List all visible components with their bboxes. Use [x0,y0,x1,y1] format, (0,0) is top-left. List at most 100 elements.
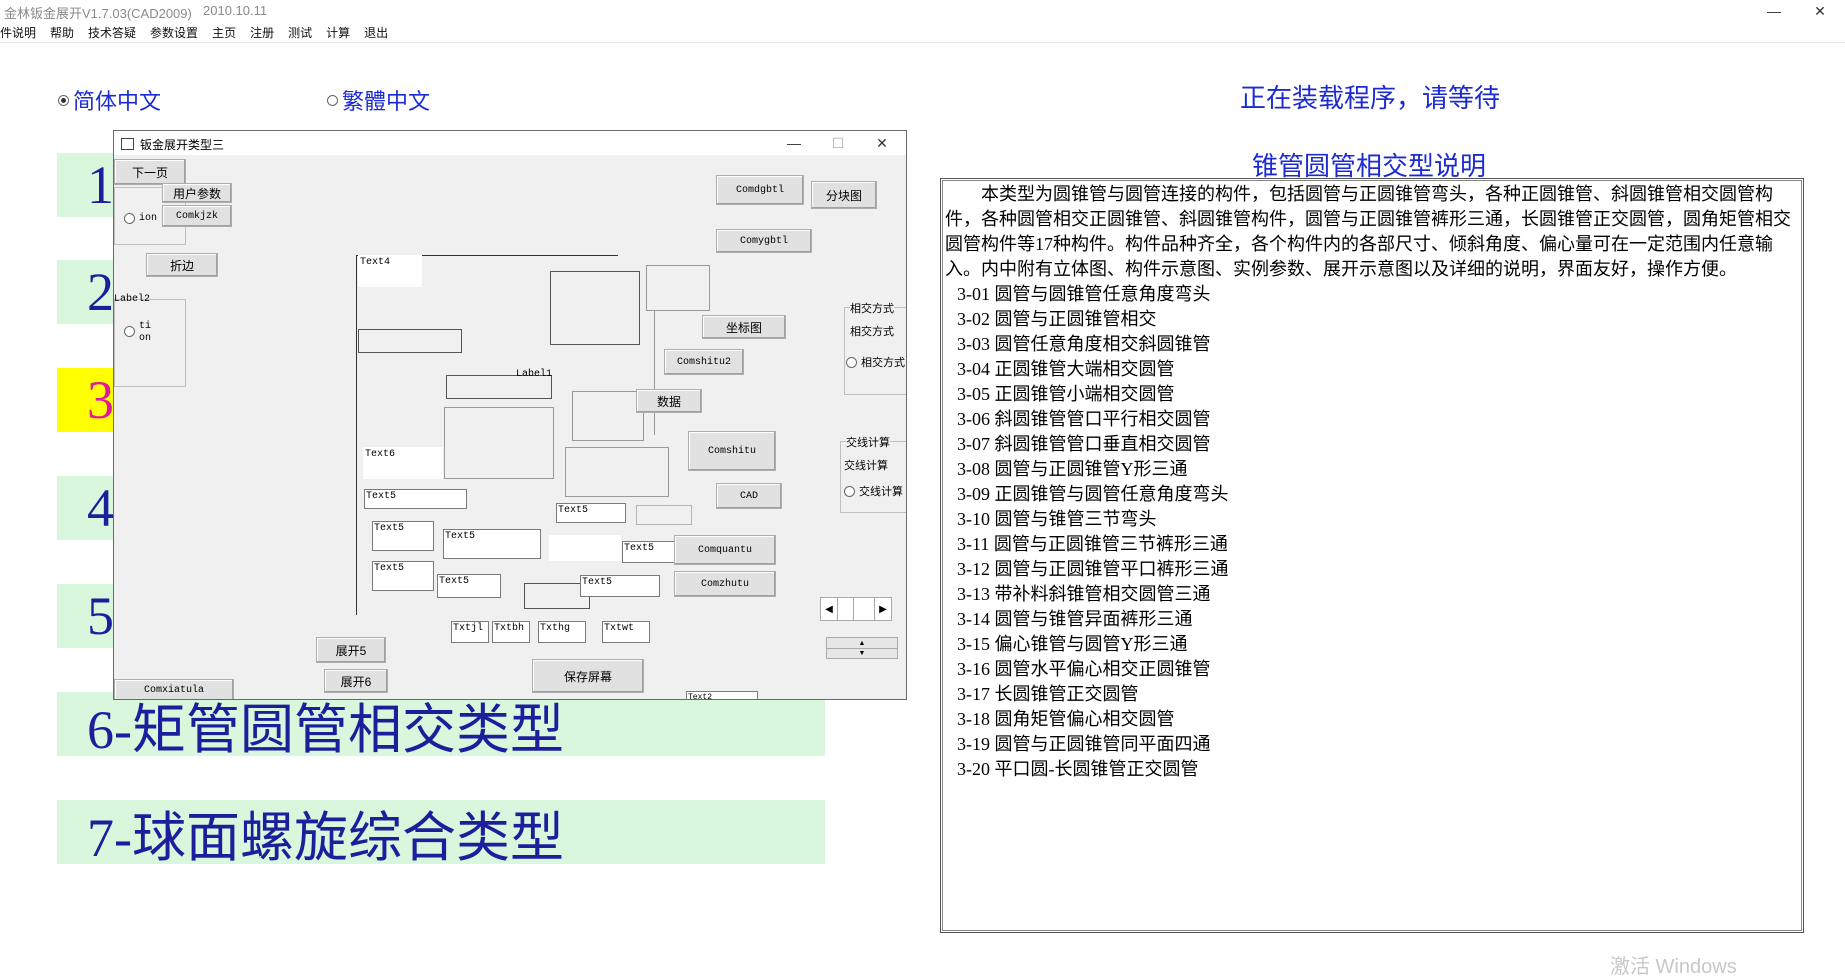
comxiatula-button[interactable]: Comxiatula [114,679,234,699]
save-screen-button[interactable]: 保存屏幕 [532,659,644,693]
txtbh-field[interactable]: Txtbh [492,621,530,643]
text5-field[interactable]: Text5 [372,521,434,551]
intersect-mode-label: 相交方式 [850,323,894,339]
radio-unselected-icon [124,326,135,337]
text5-field[interactable]: Text5 [437,574,501,598]
radio-option-2[interactable]: ti on [124,321,151,345]
text5-field[interactable]: Text5 [556,503,626,523]
comshitu2-button[interactable]: Comshitu2 [664,349,744,375]
loading-message: 正在装载程序，请等待 [1240,84,1501,113]
cad-button[interactable]: CAD [716,483,782,509]
dialog-window: 钣金展开类型三 — ☐ ✕ Label2 ion ti on 下一页 用户参数 … [113,130,907,700]
list-item: 3-18 圆角矩管偏心相交圆管 [957,709,1175,729]
app-date: 2010.10.11 [203,3,268,18]
maximize-icon[interactable]: ☐ [816,131,860,155]
list-item: 3-02 圆管与正圆锥管相交 [957,309,1157,329]
category-label: 4 [87,478,114,538]
list-item: 3-10 圆管与锥管三节弯头 [957,509,1157,529]
category-label: 3 [87,370,114,430]
scroll-right-icon[interactable]: ▶ [875,598,891,620]
text5-field[interactable]: Text5 [443,529,541,559]
text5-field[interactable]: Text5 [372,561,434,591]
close-icon[interactable]: ✕ [860,131,904,155]
minimize-icon[interactable]: — [772,131,816,155]
blank-field[interactable] [636,505,692,525]
category-label: 5 [87,586,114,646]
user-params-button[interactable]: 用户参数 [162,183,232,203]
text4-field[interactable]: Text4 [358,255,422,287]
scroll-left-icon[interactable]: ◀ [821,598,838,620]
category-label: 1 [87,155,114,215]
window-icon [121,138,134,150]
intersect-mode-radio[interactable]: 相交方式 [846,354,905,370]
list-item: 3-08 圆管与正圆锥管Y形三通 [957,459,1188,479]
next-page-button[interactable]: 下一页 [114,159,186,185]
drawing-rect [550,271,640,345]
drawing-rect [646,265,710,311]
split-view-button[interactable]: 分块图 [811,181,877,209]
list-item: 3-15 偏心锥管与圆管Y形三通 [957,634,1188,654]
list-item: 3-01 圆管与圆锥管任意角度弯头 [957,284,1211,304]
menu-item-exit[interactable]: 退出 [357,22,395,42]
txtwt-field[interactable]: Txtwt [602,621,650,643]
menu-item-settings[interactable]: 参数设置 [143,22,205,42]
list-item: 3-12 圆管与正圆锥管平口裤形三通 [957,559,1229,579]
blank-field[interactable] [549,535,621,561]
unfold-5-button[interactable]: 展开5 [316,637,386,663]
horizontal-scrollbar[interactable]: ◀ ▶ [820,597,892,621]
intersection-calc-label: 交线计算 [844,457,888,473]
text6-field[interactable]: Text6 [363,447,443,479]
minimize-icon[interactable]: — [1751,0,1797,22]
unfold-6-button[interactable]: 展开6 [324,669,388,693]
radio-unselected-icon [327,94,338,106]
description-textbox[interactable]: 本类型为圆锥管与圆管连接的构件，包括圆管与正圆锥管弯头，各种正圆锥管、斜圆锥管相… [940,178,1804,933]
drawing-rect [358,329,462,353]
menu-item-register[interactable]: 注册 [243,22,281,42]
comdgbtl-button[interactable]: Comdgbtl [716,175,804,205]
text5-field[interactable]: Text5 [364,489,467,509]
intersection-calc-radio[interactable]: 交线计算 [844,483,903,499]
intersection-calc-radio-label: 交线计算 [859,486,903,498]
comshitu-button[interactable]: Comshitu [688,431,776,471]
radio-option-1[interactable]: ion [124,213,157,224]
list-item: 3-06 斜圆锥管管口平行相交圆管 [957,409,1211,429]
scroll-thumb[interactable] [853,598,875,620]
comkjzk-button[interactable]: Comkjzk [162,205,232,227]
intersect-mode-title: 相交方式 [850,300,894,316]
radio-traditional-chinese[interactable]: 繁體中文 [327,84,430,116]
menu-bar: 件说明 帮助 技术答疑 参数设置 主页 注册 测试 计算 退出 [0,22,1845,43]
text2-field[interactable]: Text2 [686,691,758,699]
menu-item-tech-support[interactable]: 技术答疑 [81,22,143,42]
coordinate-view-button[interactable]: 坐标图 [702,315,786,339]
menu-item-test[interactable]: 测试 [281,22,319,42]
txtjl-field[interactable]: Txtjl [451,621,489,643]
drawing-rect [565,447,669,497]
comquantu-button[interactable]: Comquantu [674,535,776,565]
data-button[interactable]: 数据 [636,389,702,413]
category-label: 7-球面螺旋综合类型 [87,807,564,868]
category-button-6[interactable]: 6-矩管圆管相交类型 [57,692,825,760]
radio-option-2-label-line1: ti [139,321,152,332]
spin-button[interactable]: ▲ ▼ [826,637,898,659]
description-list: 3-01 圆管与圆锥管任意角度弯头 3-02 圆管与正圆锥管相交 3-03 圆管… [945,282,1799,782]
close-icon[interactable]: ✕ [1797,0,1843,22]
txthg-field[interactable]: Txthg [538,621,586,643]
radio-simplified-chinese[interactable]: 简体中文 [58,84,161,116]
list-item: 3-09 正圆锥管与圆管任意角度弯头 [957,484,1229,504]
comzhutu-button[interactable]: Comzhutu [674,571,776,597]
text5-field[interactable]: Text5 [622,541,678,563]
list-item: 3-13 带补料斜锥管相交圆管三通 [957,584,1211,604]
comygbtl-button[interactable]: Comygbtl [716,229,812,253]
category-label: 2 [87,262,114,322]
menu-item-instructions[interactable]: 件说明 [0,22,43,42]
list-item: 3-11 圆管与正圆锥管三节裤形三通 [957,534,1228,554]
text5-field[interactable]: Text5 [580,575,660,597]
title-bar: 金林钣金展开V1.7.03(CAD2009) 2010.10.11 — ✕ [0,0,1845,22]
fold-edge-button[interactable]: 折边 [146,253,218,277]
category-button-7[interactable]: 7-球面螺旋综合类型 [57,800,825,868]
menu-item-calculate[interactable]: 计算 [319,22,357,42]
spin-down-icon[interactable]: ▼ [827,648,897,658]
menu-item-home[interactable]: 主页 [205,22,243,42]
radio-unselected-icon [124,213,135,224]
menu-item-help[interactable]: 帮助 [43,22,81,42]
